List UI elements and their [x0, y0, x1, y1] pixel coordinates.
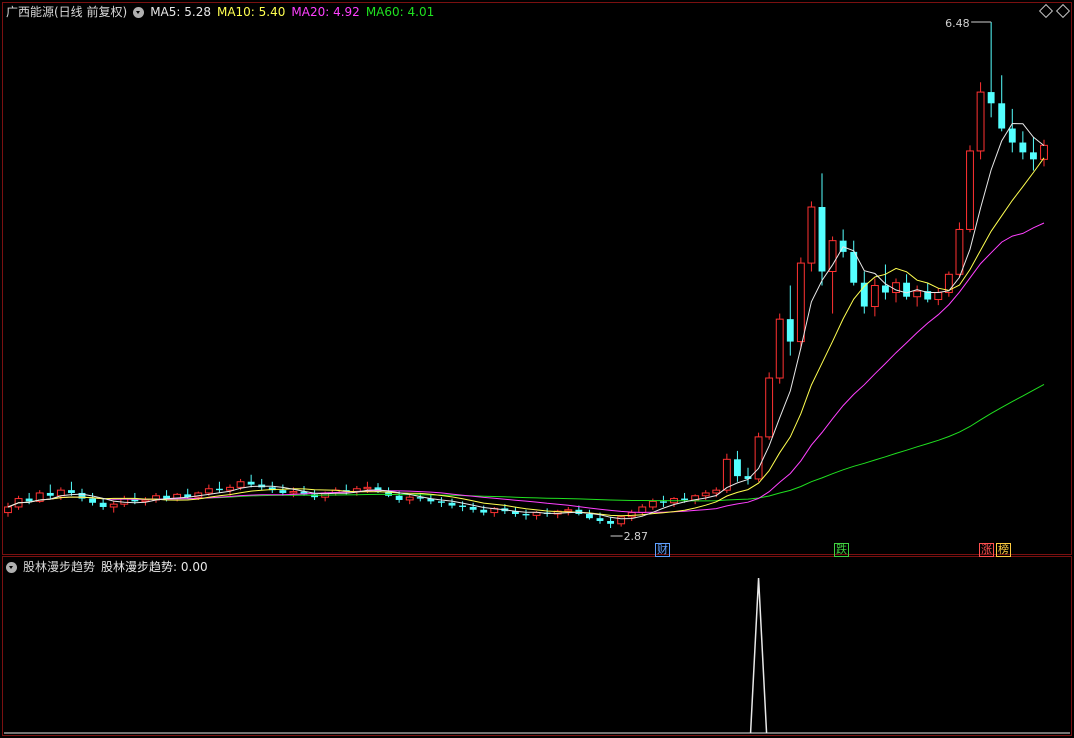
candle-down	[1019, 142, 1027, 153]
candle-down	[607, 520, 615, 524]
marker-bang[interactable]: 榜	[996, 543, 1011, 557]
candle-up	[913, 290, 922, 298]
candle-down	[215, 488, 223, 491]
candle-down	[46, 492, 54, 496]
candle-up	[648, 500, 657, 508]
candle-up	[765, 377, 774, 438]
candle-up	[56, 489, 65, 497]
candle-down	[1008, 128, 1016, 143]
candle-up	[564, 509, 573, 512]
candle-up	[226, 486, 234, 491]
candle-up	[363, 486, 372, 490]
candle-up	[204, 488, 213, 494]
candle-down	[99, 502, 107, 507]
candle-up	[976, 91, 985, 152]
candle-down	[903, 282, 911, 297]
candle-up	[289, 491, 298, 494]
candle-down	[881, 285, 889, 293]
candle-down	[480, 509, 488, 513]
candle-down	[818, 207, 826, 272]
candle-up	[627, 512, 636, 518]
candle-up	[796, 262, 805, 343]
candle-up	[722, 458, 731, 491]
candle-up	[617, 516, 626, 525]
high-price-label: 6.48	[945, 17, 970, 30]
candle-down	[998, 103, 1006, 129]
candle-down	[469, 506, 477, 510]
candle-up	[775, 318, 784, 379]
candle-down	[437, 501, 445, 503]
candle-up	[934, 292, 943, 301]
candle-down	[987, 92, 995, 104]
stock-chart-app: 广西能源(日线 前复权) MA5: 5.28 MA10: 5.40 MA20: …	[0, 0, 1074, 738]
candle-down	[279, 490, 287, 493]
candle-down	[585, 513, 593, 519]
ma60-line	[7, 383, 1045, 508]
candle-up	[870, 285, 879, 308]
candle-up	[955, 228, 964, 275]
candle-down	[681, 498, 689, 500]
candle-down	[850, 251, 858, 283]
candle-down	[1029, 152, 1037, 160]
candle-up	[638, 506, 647, 514]
candle-down	[89, 498, 97, 503]
candle-up	[966, 150, 974, 230]
candle-down	[733, 459, 741, 477]
ma20-line	[7, 222, 1045, 513]
indicator-spike	[749, 577, 768, 734]
candle-down	[659, 501, 667, 503]
candle-down	[448, 502, 456, 506]
candle-up	[701, 492, 710, 497]
candle-up	[141, 499, 150, 502]
candle-down	[522, 513, 530, 516]
ma5-line	[7, 122, 1045, 520]
candle-up	[4, 506, 12, 514]
candle-down	[247, 481, 255, 485]
candle-up	[712, 489, 721, 494]
marker-die[interactable]: 跌	[834, 543, 849, 557]
candle-up	[405, 496, 414, 501]
candle-up	[109, 503, 118, 508]
ma10-line	[7, 157, 1045, 517]
candle-down	[25, 498, 33, 502]
marker-zhang[interactable]: 涨	[979, 543, 994, 557]
candle-up	[1040, 144, 1048, 160]
candle-down	[596, 518, 604, 521]
marker-cai[interactable]: 财	[655, 543, 670, 557]
candle-down	[67, 490, 75, 493]
candle-up	[828, 240, 837, 272]
candle-down	[395, 495, 403, 500]
candle-down	[786, 319, 794, 342]
candlestick-chart[interactable]: 6.48 2.87	[0, 0, 1074, 738]
candle-down	[459, 505, 467, 507]
candle-up	[754, 436, 763, 480]
candle-up	[236, 481, 245, 488]
low-price-label: 2.87	[624, 530, 649, 543]
candle-up	[807, 206, 816, 264]
